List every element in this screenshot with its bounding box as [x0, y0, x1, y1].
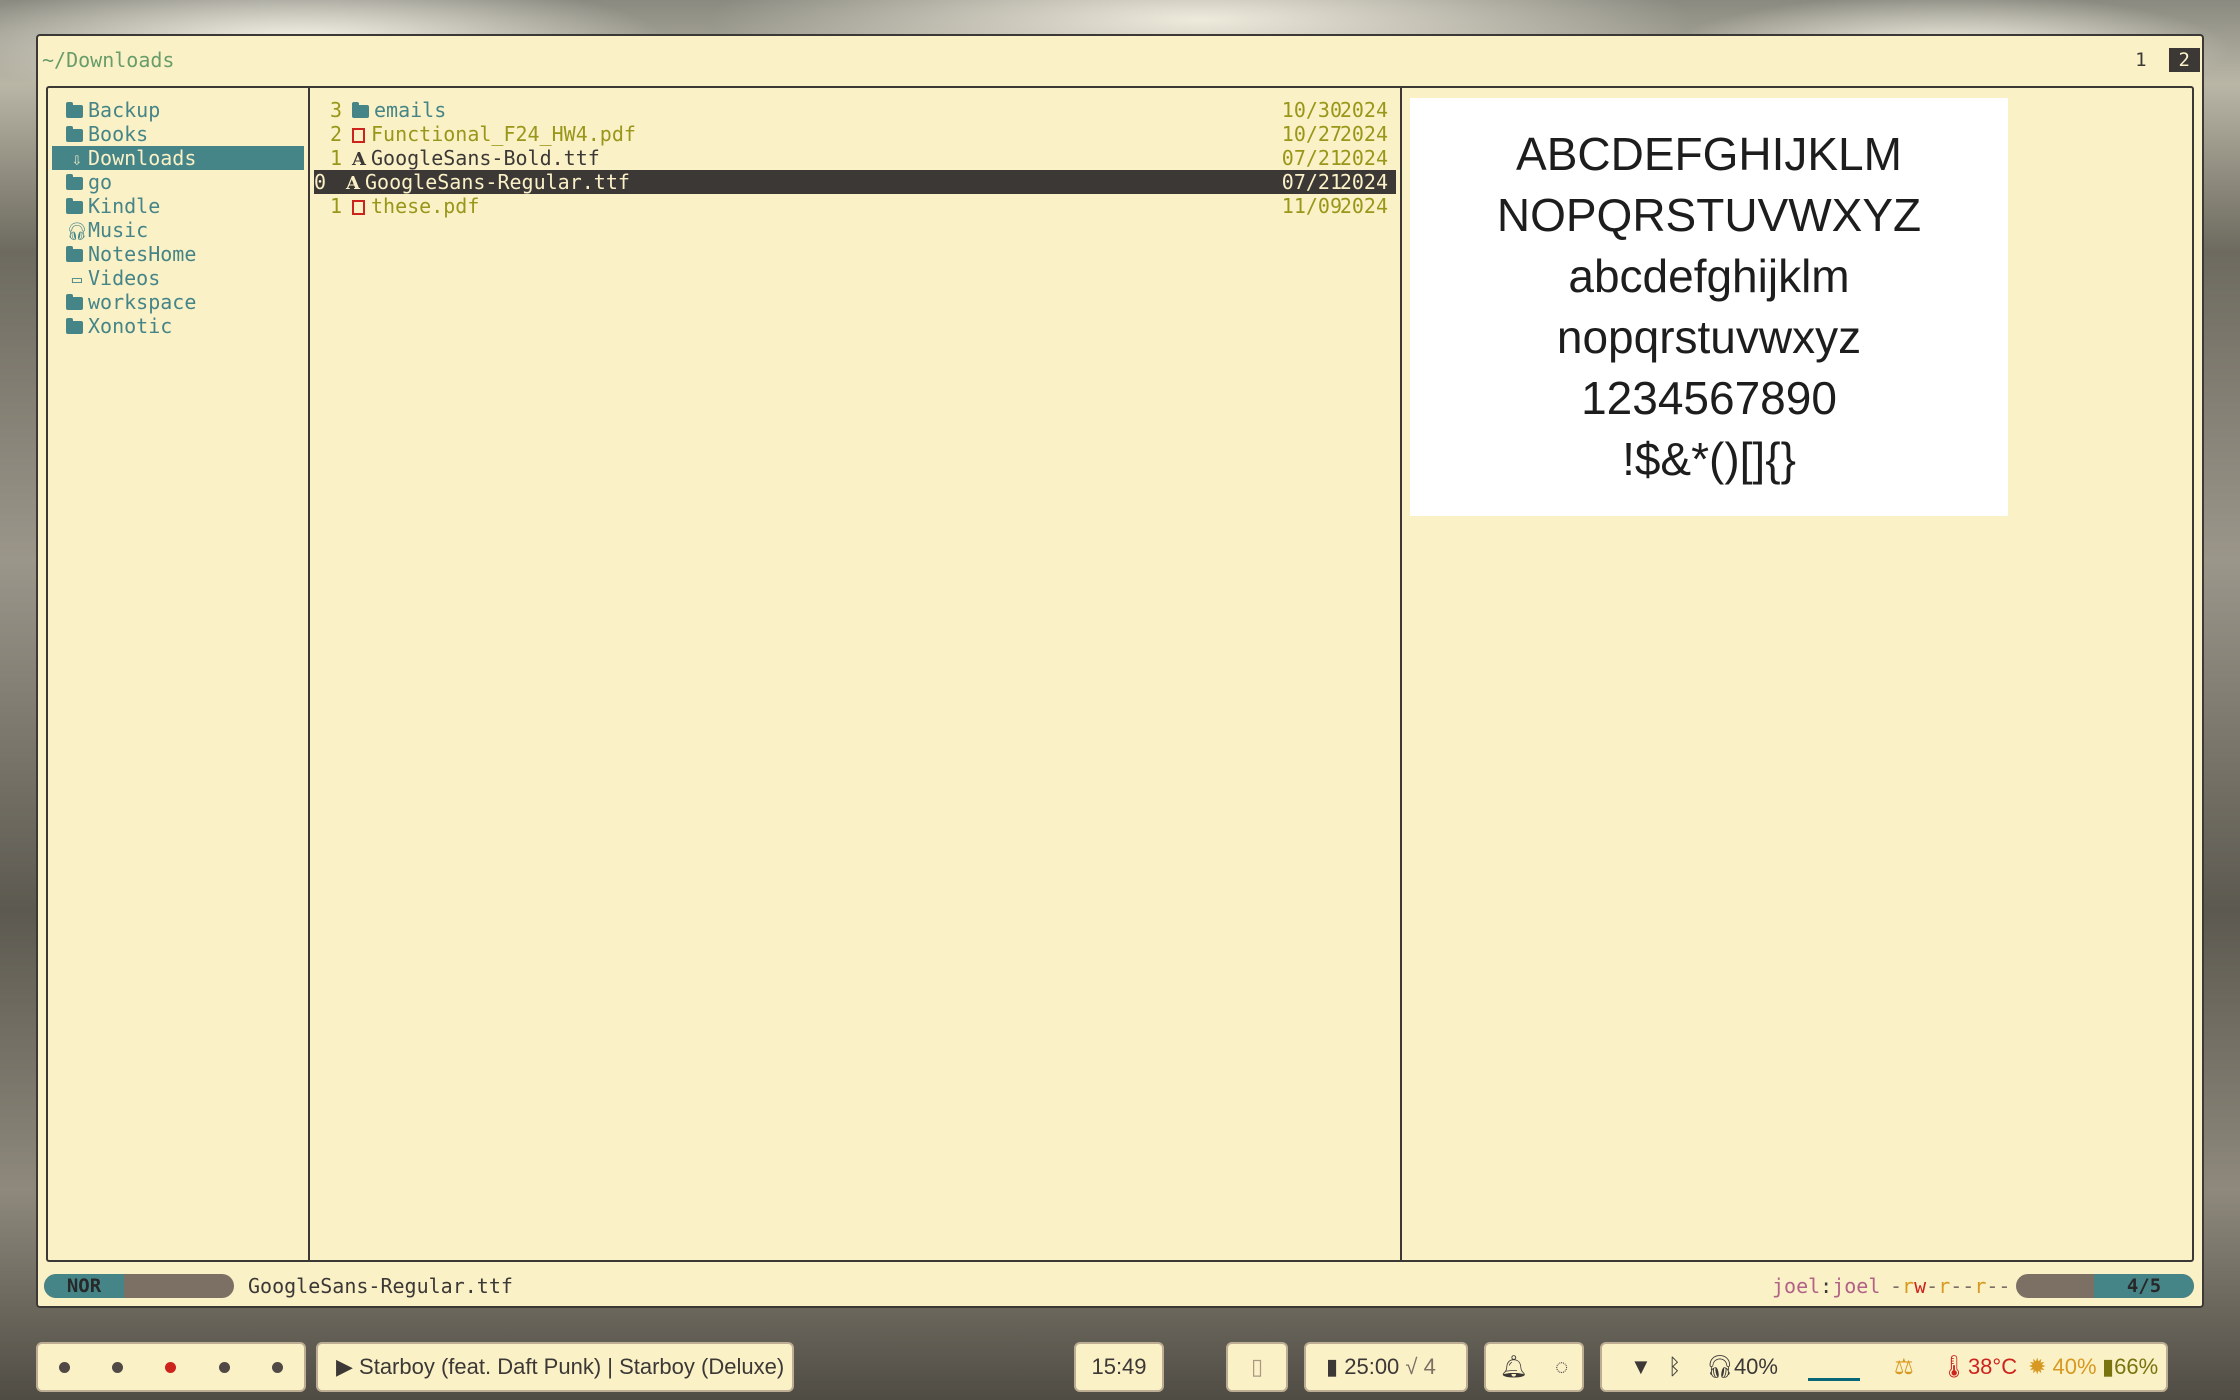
sidebar-item-xonotic[interactable]: Xonotic [48, 314, 308, 338]
sidebar-item-noteshome[interactable]: NotesHome [48, 242, 308, 266]
workspace-3-dot-active[interactable] [165, 1361, 177, 1373]
preview-line: !$&*()[]{} [1622, 433, 1796, 485]
workspace-switcher [36, 1342, 306, 1392]
workspace-2-dot[interactable] [112, 1361, 124, 1373]
sidebar-item-backup[interactable]: Backup [48, 98, 308, 122]
tab-2[interactable]: 2 [2168, 48, 2200, 72]
wifi-icon[interactable]: ▼ [1630, 1344, 1652, 1390]
font-icon: A [346, 173, 360, 194]
headphones-volume[interactable]: 🎧︎40% [1706, 1344, 1778, 1390]
status-filename: GoogleSans-Regular.ttf [248, 1274, 513, 1298]
preview-line: abcdefghijklm [1568, 250, 1850, 302]
folder-icon [66, 318, 83, 334]
tab-bar: 1 2 [2125, 48, 2200, 72]
preview-line: 1234567890 [1581, 372, 1837, 424]
battery: ▮66% [2102, 1354, 2159, 1379]
folder-icon [66, 102, 83, 118]
sidebar-item-kindle[interactable]: Kindle [48, 194, 308, 218]
scale-icon: ⚖ [1894, 1354, 1914, 1379]
file-row[interactable]: 2 Functional_F24_HW4.pdf 10/27 2024 [310, 122, 1400, 146]
tab-1[interactable]: 1 [2125, 48, 2156, 72]
temperature: 🌡︎38°C [1940, 1354, 2018, 1379]
bell-icon[interactable]: 🔔︎ [1500, 1344, 1528, 1390]
folder-icon [66, 126, 83, 142]
progress-bar [1808, 1378, 1860, 1381]
file-row-selected[interactable]: 0 A GoogleSans-Regular.ttf 07/21 2024 [314, 170, 1396, 194]
folder-icon [66, 198, 83, 214]
file-row[interactable]: 1 these.pdf 11/09 2024 [310, 194, 1400, 218]
sidebar-item-workspace[interactable]: workspace [48, 290, 308, 314]
folder-icon [66, 246, 83, 262]
file-owner: joel:joel [1772, 1274, 1881, 1298]
font-icon: A [352, 149, 366, 170]
sidebar-item-go[interactable]: go [48, 170, 308, 194]
video-icon: ▭ [71, 270, 83, 290]
preview-pane: ABCDEFGHIJKLM NOPQRSTUVWXYZ abcdefghijkl… [1402, 88, 2192, 1260]
parent-directory-pane: Backup Books ⇩ Downloads go Kindle 🎧︎Musi… [48, 88, 310, 1260]
clock[interactable]: 15:49 [1074, 1342, 1164, 1392]
media-player[interactable]: ▶ Starboy (feat. Daft Punk) | Starboy (D… [316, 1342, 794, 1392]
folder-icon [66, 174, 83, 190]
sidebar-item-music[interactable]: 🎧︎Music [48, 218, 308, 242]
position-indicator: 4/5 [2016, 1274, 2194, 1298]
file-row[interactable]: 3 emails 10/30 2024 [310, 98, 1400, 122]
sidebar-item-videos[interactable]: ▭ Videos [48, 266, 308, 290]
folder-icon [66, 294, 83, 310]
file-permissions: -rw-r--r-- [1890, 1274, 2011, 1298]
current-directory-pane: 3 emails 10/30 2024 2 Functional_F24_HW4.pd… [310, 88, 1402, 1260]
status-line: NOR GoogleSans-Regular.ttf joel:joel -rw… [42, 1272, 2200, 1298]
workspace-1-dot[interactable] [59, 1361, 71, 1373]
file-row[interactable]: 1 A GoogleSans-Bold.ttf 07/21 2024 [310, 146, 1400, 170]
eye-off-icon[interactable]: ◌ [1555, 1344, 1568, 1390]
sidebar-item-books[interactable]: Books [48, 122, 308, 146]
mode-indicator: NOR [44, 1274, 234, 1298]
pomodoro-widget[interactable]: ▮ 25:00 √ 4 [1304, 1342, 1468, 1392]
font-preview-image: ABCDEFGHIJKLM NOPQRSTUVWXYZ abcdefghijkl… [1410, 98, 2008, 516]
pdf-icon [352, 128, 365, 143]
sidebar-item-downloads[interactable]: ⇩ Downloads [52, 146, 304, 170]
pdf-icon [352, 200, 365, 215]
notification-widget: 🔔︎ ◌ [1484, 1342, 1584, 1392]
timer-icon: ▮ [1326, 1354, 1339, 1379]
tray-app-icon[interactable]: ▯ [1226, 1342, 1288, 1392]
current-path: ~/Downloads [42, 48, 175, 72]
file-manager-window: ~/Downloads 1 2 Backup Books ⇩ Downloads … [36, 34, 2204, 1308]
preview-line: NOPQRSTUVWXYZ [1496, 189, 1922, 241]
folder-icon [352, 102, 369, 118]
preview-line: ABCDEFGHIJKLM [1516, 128, 1902, 180]
download-icon: ⇩ [71, 150, 83, 170]
panes: Backup Books ⇩ Downloads go Kindle 🎧︎Musi… [46, 86, 2194, 1262]
preview-line: nopqrstuvwxyz [1556, 311, 1862, 363]
bluetooth-icon[interactable]: ᛒ [1668, 1344, 1681, 1390]
headphones-icon: 🎧︎ [66, 222, 88, 242]
system-tray: ▼ ᛒ 🎧︎40% ⚖ 🌡︎38°C ✹ 40% ▮66% [1600, 1342, 2168, 1392]
brightness: ✹ 40% [2028, 1354, 2097, 1379]
workspace-5-dot[interactable] [271, 1361, 283, 1373]
workspace-4-dot[interactable] [218, 1361, 230, 1373]
